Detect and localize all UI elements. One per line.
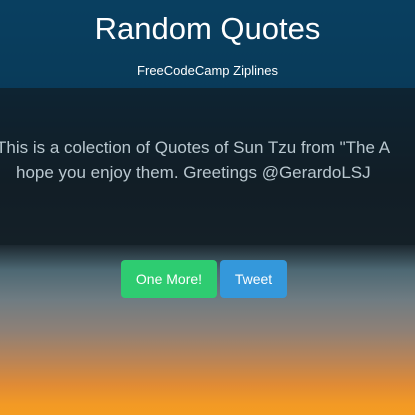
quote-line-1: This is a colection of Quotes of Sun Tzu… <box>0 138 391 157</box>
quote-panel: This is a colection of Quotes of Sun Tzu… <box>0 88 415 245</box>
page-title: Random Quotes <box>94 11 321 46</box>
quote-text: This is a colection of Quotes of Sun Tzu… <box>0 135 415 185</box>
page-subtitle: FreeCodeCamp Ziplines <box>137 63 278 78</box>
quote-line-2: hope you enjoy them. Greetings @GerardoL… <box>16 163 371 182</box>
one-more-button[interactable]: One More! <box>121 260 217 298</box>
page-header: Random Quotes FreeCodeCamp Ziplines <box>0 0 415 88</box>
tweet-button[interactable]: Tweet <box>220 260 287 298</box>
